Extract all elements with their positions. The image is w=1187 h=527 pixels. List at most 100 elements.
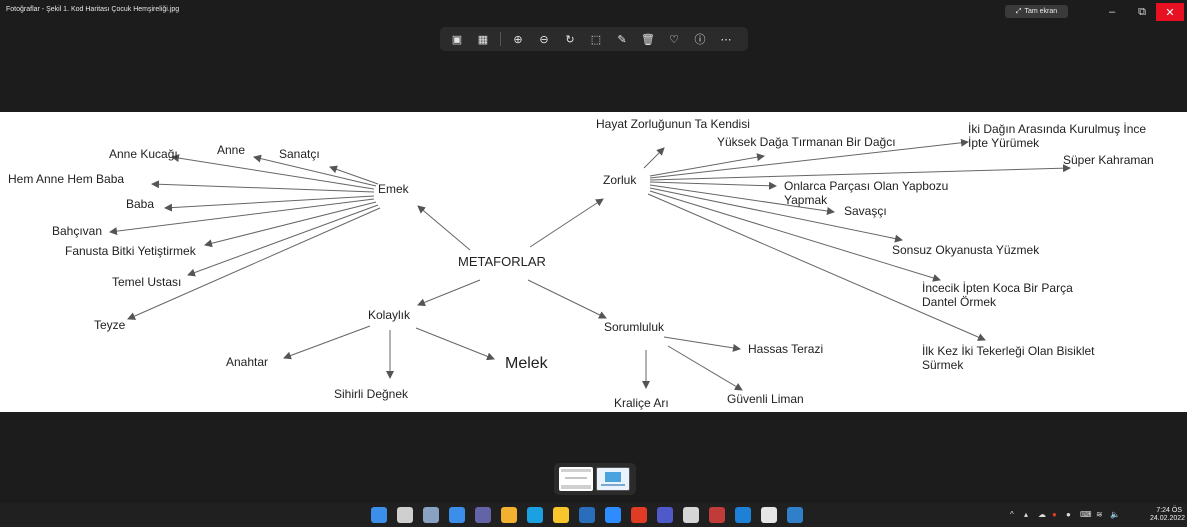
status-dot-icon[interactable]: ● [1066,510,1071,519]
help-icon[interactable] [735,507,751,523]
favorite-icon[interactable]: ♡ [663,29,685,49]
zoom-in-icon[interactable]: ⊕ [507,29,529,49]
arrow-anne [253,154,377,187]
windows-start-icon[interactable] [371,507,387,523]
emek-item: Temel Ustası [112,275,182,289]
node-metaforlar: METAFORLAR [458,254,546,269]
thumbnail-current-preview [561,472,591,485]
more-icon[interactable]: ⋯ [715,29,737,49]
search-icon[interactable] [397,507,413,523]
volume-icon[interactable]: 🔈 [1110,510,1120,519]
clock-date: 24.02.2022 [1150,515,1186,522]
mail-icon[interactable] [761,507,777,523]
zorluk-item: İpte Yürümek [968,136,1040,150]
clock[interactable]: 7:24 ÖS 24.02.2022 [1150,507,1186,523]
arrow-guvenli-liman [667,345,743,391]
kolaylik-item: Sihirli Değnek [334,387,409,401]
arrow-sanatci [329,165,379,185]
thumbnail-anne[interactable] [596,467,630,491]
taskbar: ^ ▴ ☁ ● ● ⌨ ≋ 🔈 7:24 ÖS 24.02.2022 [0,503,1187,527]
zoom-icon[interactable] [605,507,621,523]
calculator-icon[interactable] [579,507,595,523]
photos-icon[interactable] [787,507,803,523]
arrow-yuksek-dag [649,153,765,177]
photo-canvas[interactable]: METAFORLAR Emek Zorluk Kolaylık Sorumlul… [0,112,1187,412]
calendar-icon[interactable] [709,507,725,523]
arrow-hassas-terazi [663,336,741,352]
crop-icon[interactable]: ⬚ [585,29,607,49]
title-bar: Fotoğraflar - Şekil 1. Kod Haritası Çocu… [0,0,1187,24]
emek-item: Anne [217,143,246,157]
arrow-to-sorumluluk [527,279,607,319]
task-view-icon[interactable] [423,507,439,523]
keyboard-icon[interactable]: ⌨ [1080,510,1092,519]
sorumluluk-item: Hassas Terazi [748,342,824,356]
emek-item: Baba [126,197,155,211]
sorumluluk-item: Güvenli Liman [727,392,804,406]
expand-icon: ⤢ [1015,7,1022,15]
zorluk-item: Sürmek [922,358,964,372]
arrow-hem-anne-hem-baba [151,180,375,193]
emek-item: Fanusta Bitki Yetiştirmek [65,244,196,258]
arrow-baba [164,195,375,212]
gallery-icon[interactable]: ▣ [446,29,468,49]
arrow-temel-ustasi [187,204,379,277]
cloud-icon[interactable]: ☁ [1038,510,1046,519]
emek-item: Hem Anne Hem Baba [8,172,125,186]
teams-icon[interactable] [657,507,673,523]
clock-time: 7:24 ÖS [1156,507,1182,514]
node-sorumluluk: Sorumluluk [604,320,665,334]
sorumluluk-item: Kraliçe Arı [614,396,669,410]
fullscreen-label: Tam ekran [1024,8,1058,15]
network-icon[interactable]: ▴ [1024,510,1028,519]
concept-map-arrows [109,138,1071,391]
thumbnail-current[interactable] [559,467,593,491]
zorluk-item: Yüksek Dağa Tırmanan Bir Dağcı [717,135,896,149]
edit-image-icon[interactable]: ▦ [472,29,494,49]
chrome-icon[interactable] [501,507,517,523]
wifi-icon[interactable]: ≋ [1096,510,1103,519]
thumbnail-anne-preview [601,472,625,486]
kolaylik-item: Anahtar [226,355,269,369]
zorluk-item: Onlarca Parçası Olan Yapbozu [784,179,949,193]
delete-icon[interactable]: 🗑 [637,29,659,49]
arrow-melek [415,327,495,361]
arrow-fanusta [204,201,377,248]
arrow-anahtar [283,325,371,360]
zoom-out-icon[interactable]: ⊖ [533,29,555,49]
emek-item: Anne Kucağı [109,147,178,161]
zorluk-item: Yapmak [784,193,828,207]
office-icon[interactable] [631,507,647,523]
zorluk-item: Hayat Zorluğunun Ta Kendisi [596,117,750,131]
emek-item: Sanatçı [279,147,320,161]
fullscreen-button[interactable]: ⤢ Tam ekran [1005,5,1068,18]
filmstrip [554,463,636,495]
chat-icon[interactable] [475,507,491,523]
zorluk-item: İki Dağın Arasında Kurulmuş İnce [968,122,1147,136]
emek-item: Bahçıvan [52,224,103,238]
zorluk-item: Savaşçı [844,204,887,218]
node-emek: Emek [378,182,409,196]
zorluk-item: İlk Kez İki Tekerleği Olan Bisiklet [922,344,1095,358]
draw-icon[interactable]: ✎ [611,29,633,49]
rotate-icon[interactable]: ↻ [559,29,581,49]
edge-icon[interactable] [527,507,543,523]
arrow-bisiklet [647,193,986,341]
info-icon[interactable]: ⓘ [689,29,711,49]
window-title: Fotoğraflar - Şekil 1. Kod Haritası Çocu… [6,6,180,13]
arrow-hayat [643,147,665,169]
zorluk-item: İncecik İpten Koca Bir Parça [922,281,1073,295]
zorluk-item: Sonsuz Okyanusta Yüzmek [892,243,1040,257]
kolaylik-item: Melek [505,355,548,372]
close-button[interactable]: ✕ [1156,3,1184,21]
arrow-to-kolaylik [417,279,481,307]
language-app-icon[interactable] [683,507,699,523]
notification-badge-icon[interactable]: ● [1052,510,1057,519]
file-explorer-icon[interactable] [553,507,569,523]
emek-item: Teyze [94,318,126,332]
arrow-to-zorluk [529,198,604,248]
tray-overflow-icon[interactable]: ^ [1010,510,1014,519]
widgets-icon[interactable] [449,507,465,523]
arrow-yapboz [649,181,777,190]
toolbar-divider [500,32,501,46]
